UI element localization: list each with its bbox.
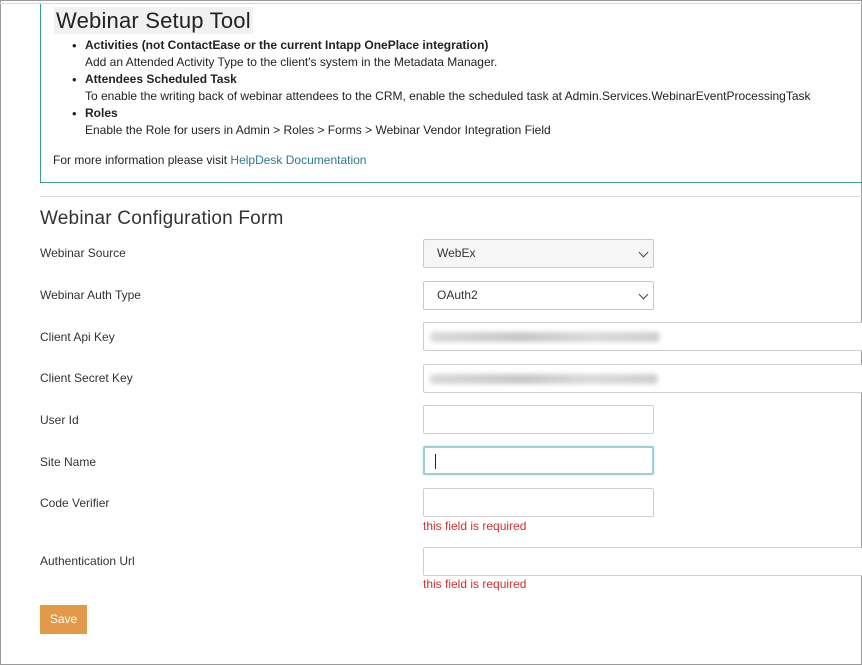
setup-instructions-list: Activities (not ContactEase or the curre… [72,37,811,139]
auth-url-input[interactable] [423,547,862,576]
instruction-heading: Roles [85,106,118,120]
user-id-label: User Id [40,413,79,427]
section-divider [40,196,862,197]
site-name-input[interactable] [423,446,654,475]
helpdesk-documentation-link[interactable]: HelpDesk Documentation [230,153,366,167]
save-button[interactable]: Save [40,605,87,634]
code-verifier-error: this field is required [423,519,527,533]
setup-tool-title: Webinar Setup Tool [54,7,253,34]
redacted-value [430,374,658,384]
auth-url-label: Authentication Url [40,554,135,568]
chevron-down-icon [638,247,649,258]
instruction-item-attendees: Attendees Scheduled Task To enable the w… [72,71,811,105]
auth-url-error: this field is required [423,577,527,591]
instruction-heading: Activities (not ContactEase or the curre… [85,38,489,52]
client-api-key-label: Client Api Key [40,330,115,344]
client-secret-key-input[interactable] [423,364,862,393]
more-info-text: For more information please visit HelpDe… [53,153,366,167]
client-secret-key-label: Client Secret Key [40,371,133,385]
text-cursor [435,454,436,469]
code-verifier-label: Code Verifier [40,496,110,510]
more-info-prefix: For more information please visit [53,153,231,167]
auth-type-select[interactable]: OAuth2 [423,281,654,310]
webinar-source-select[interactable]: WebEx [423,239,654,268]
instruction-item-activities: Activities (not ContactEase or the curre… [72,37,811,71]
instruction-item-roles: Roles Enable the Role for users in Admin… [72,105,811,139]
redacted-value [430,332,660,342]
auth-type-value: OAuth2 [437,288,478,302]
client-api-key-input[interactable] [423,322,862,351]
instruction-heading: Attendees Scheduled Task [85,72,237,86]
webinar-source-label: Webinar Source [40,246,126,260]
webinar-source-value: WebEx [437,246,476,260]
code-verifier-input[interactable] [423,488,654,517]
user-id-input[interactable] [423,405,654,434]
site-name-label: Site Name [40,455,97,469]
instruction-text: Add an Attended Activity Type to the cli… [85,55,498,69]
chevron-down-icon [638,289,649,300]
instruction-text: Enable the Role for users in Admin > Rol… [85,123,551,137]
auth-type-label: Webinar Auth Type [40,288,141,302]
instruction-text: To enable the writing back of webinar at… [85,89,811,103]
form-title: Webinar Configuration Form [40,208,284,229]
